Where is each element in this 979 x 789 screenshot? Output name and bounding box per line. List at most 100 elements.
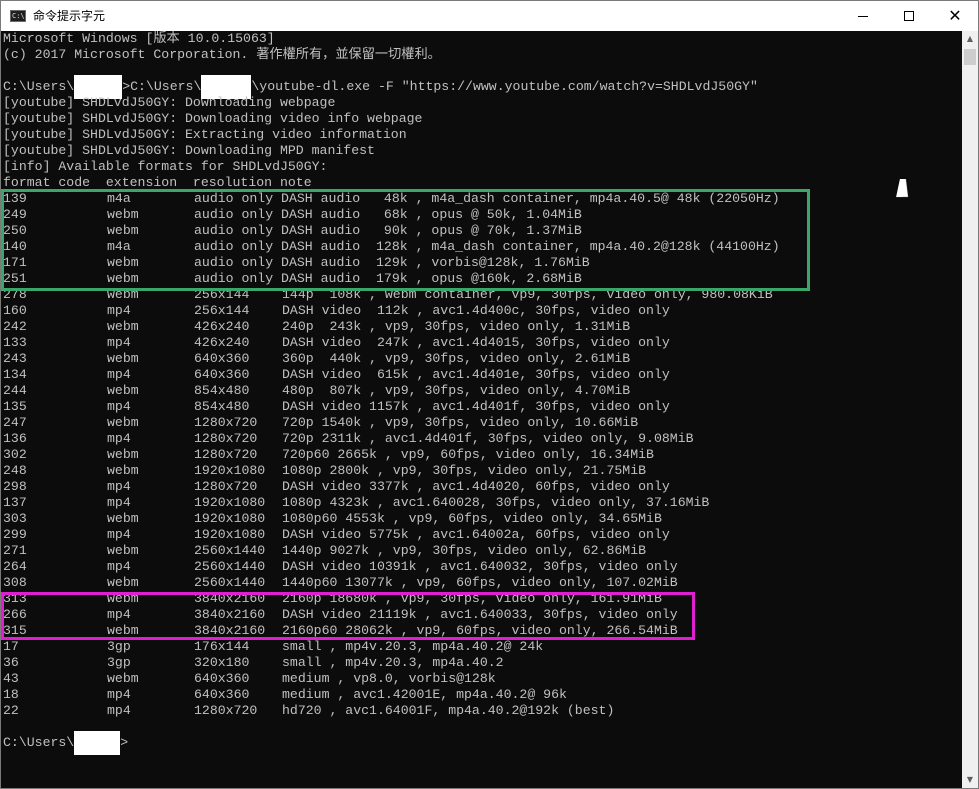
close-button[interactable]: ✕ [932, 1, 978, 31]
format-row: 251 webm audio only DASH audio 179k , opus… [3, 271, 903, 287]
scroll-up-icon[interactable]: ▲ [962, 31, 978, 47]
format-code: 43 [3, 671, 19, 686]
format-code: 18 [3, 687, 19, 702]
format-code: 264 [3, 559, 27, 574]
format-code: 171 [3, 255, 27, 270]
format-code: 242 [3, 319, 27, 334]
redacted-username [74, 731, 121, 755]
format-extension: mp4 [107, 399, 131, 414]
format-note: 720p 2311k , avc1.4d401f, 30fps, video o… [282, 431, 694, 446]
format-note: 720p60 2665k , vp9, 60fps, video only, 1… [282, 447, 654, 462]
command-rest: \youtube-dl.exe -F "https://www.youtube.… [251, 79, 758, 94]
format-row: 171 webm audio only DASH audio 129k , vorb… [3, 255, 903, 271]
format-extension: m4a [107, 191, 131, 206]
format-row: 137 mp4 1920x1080 1080p 4323k , avc1.640028… [3, 495, 903, 511]
format-note: 2160p 18680k , vp9, 30fps, video only, 1… [282, 591, 662, 606]
format-extension: webm [107, 255, 139, 270]
format-resolution: 1920x1080 [194, 527, 266, 542]
format-code: 247 [3, 415, 27, 430]
format-row: 264 mp4 2560x1440 DASH video 10391k , avc1.… [3, 559, 903, 575]
format-row: 36 3gp 320x180 small , mp4v.20.3, mp4a.40.2 [3, 655, 903, 671]
format-code: 140 [3, 239, 27, 254]
format-resolution: 256x144 [194, 287, 250, 302]
format-row: 17 3gp 176x144 small , mp4v.20.3, mp4a.40.2… [3, 639, 903, 655]
format-extension: webm [107, 463, 139, 478]
format-resolution: 1280x720 [194, 703, 258, 718]
format-extension: webm [107, 207, 139, 222]
log-line: [youtube] SHDLvdJ50GY: Downloading video… [3, 111, 423, 126]
format-resolution: 2560x1440 [194, 543, 266, 558]
vertical-scrollbar[interactable]: ▲ ▼ [962, 31, 978, 788]
format-row: 244 webm 854x480 480p 807k , vp9, 30fps, vi… [3, 383, 903, 399]
prompt-suffix: > [120, 735, 129, 750]
format-extension: webm [107, 223, 139, 238]
format-extension: webm [107, 575, 139, 590]
format-resolution: 640x360 [194, 351, 250, 366]
format-extension: webm [107, 591, 139, 606]
format-extension: webm [107, 287, 139, 302]
format-note: DASH video 247k , avc1.4d4015, 30fps, vi… [282, 335, 670, 350]
format-note: 360p 440k , vp9, 30fps, video only, 2.61… [282, 351, 631, 366]
format-row: 271 webm 2560x1440 1440p 9027k , vp9, 30fps… [3, 543, 903, 559]
format-note: DASH video 5775k , avc1.64002a, 60fps, v… [282, 527, 670, 542]
header-line: (c) 2017 Microsoft Corporation. 著作權所有，並保… [3, 47, 441, 62]
format-note: 2160p60 28062k , vp9, 60fps, video only,… [282, 623, 678, 638]
command-mid: >C:\Users\ [122, 79, 202, 94]
format-note: small , mp4v.20.3, mp4a.40.2@ 24k [282, 639, 544, 654]
format-resolution: 3840x2160 [194, 607, 266, 622]
format-extension: 3gp [107, 655, 131, 670]
format-note: DASH video 3377k , avc1.4d4020, 60fps, v… [282, 479, 670, 494]
format-table-header: format code extension resolution note [3, 175, 312, 190]
format-row: 140 m4a audio only DASH audio 128k , m4a_d… [3, 239, 903, 255]
close-icon: ✕ [948, 6, 962, 25]
format-code: 248 [3, 463, 27, 478]
log-line: [youtube] SHDLvdJ50GY: Extracting video … [3, 127, 407, 142]
format-note: audio only DASH audio 129k , vorbis@128k… [194, 255, 590, 270]
format-note: DASH video 1157k , avc1.4d401f, 30fps, v… [282, 399, 670, 414]
format-extension: mp4 [107, 703, 131, 718]
format-code: 278 [3, 287, 27, 302]
format-extension: webm [107, 319, 139, 334]
format-code: 137 [3, 495, 27, 510]
format-row: 298 mp4 1280x720 DASH video 3377k , avc1.4d… [3, 479, 903, 495]
format-code: 243 [3, 351, 27, 366]
format-extension: mp4 [107, 431, 131, 446]
format-note: 1080p 2800k , vp9, 30fps, video only, 21… [282, 463, 647, 478]
minimize-button[interactable] [840, 1, 886, 31]
format-note: 240p 243k , vp9, 30fps, video only, 1.31… [282, 319, 631, 334]
format-resolution: 1280x720 [194, 431, 258, 446]
console-output[interactable]: Microsoft Windows [版本 10.0.15063] (c) 20… [1, 31, 962, 788]
format-extension: mp4 [107, 495, 131, 510]
format-resolution: 640x360 [194, 367, 250, 382]
format-row: 160 mp4 256x144 DASH video 112k , avc1.4d40… [3, 303, 903, 319]
format-row: 315 webm 3840x2160 2160p60 28062k , vp9, 60… [3, 623, 903, 639]
format-extension: mp4 [107, 559, 131, 574]
format-code: 303 [3, 511, 27, 526]
format-resolution: 854x480 [194, 383, 250, 398]
format-extension: mp4 [107, 527, 131, 542]
format-code: 22 [3, 703, 19, 718]
format-row: 278 webm 256x144 144p 108k , webm container… [3, 287, 903, 303]
format-note: 720p 1540k , vp9, 30fps, video only, 10.… [282, 415, 639, 430]
format-extension: webm [107, 671, 139, 686]
format-code: 244 [3, 383, 27, 398]
format-resolution: 1280x720 [194, 447, 258, 462]
format-note: medium , avc1.42001E, mp4a.40.2@ 96k [282, 687, 567, 702]
maximize-button[interactable] [886, 1, 932, 31]
format-extension: webm [107, 511, 139, 526]
format-resolution: 640x360 [194, 671, 250, 686]
format-note: DASH video 112k , avc1.4d400c, 30fps, vi… [282, 303, 670, 318]
title-bar[interactable]: C:\ 命令提示字元 ✕ [1, 1, 978, 31]
format-extension: mp4 [107, 607, 131, 622]
scroll-thumb[interactable] [964, 49, 976, 65]
console-icon[interactable]: C:\ [10, 10, 26, 22]
format-note: audio only DASH audio 128k , m4a_dash co… [194, 239, 780, 254]
format-code: 136 [3, 431, 27, 446]
format-code: 251 [3, 271, 27, 286]
scroll-down-icon[interactable]: ▼ [962, 772, 978, 788]
format-row: 247 webm 1280x720 720p 1540k , vp9, 30fps, … [3, 415, 903, 431]
log-line: [youtube] SHDLvdJ50GY: Downloading webpa… [3, 95, 336, 110]
format-note: audio only DASH audio 48k , m4a_dash con… [194, 191, 780, 206]
format-row: 136 mp4 1280x720 720p 2311k , avc1.4d401f, … [3, 431, 903, 447]
format-row: 242 webm 426x240 240p 243k , vp9, 30fps, vi… [3, 319, 903, 335]
